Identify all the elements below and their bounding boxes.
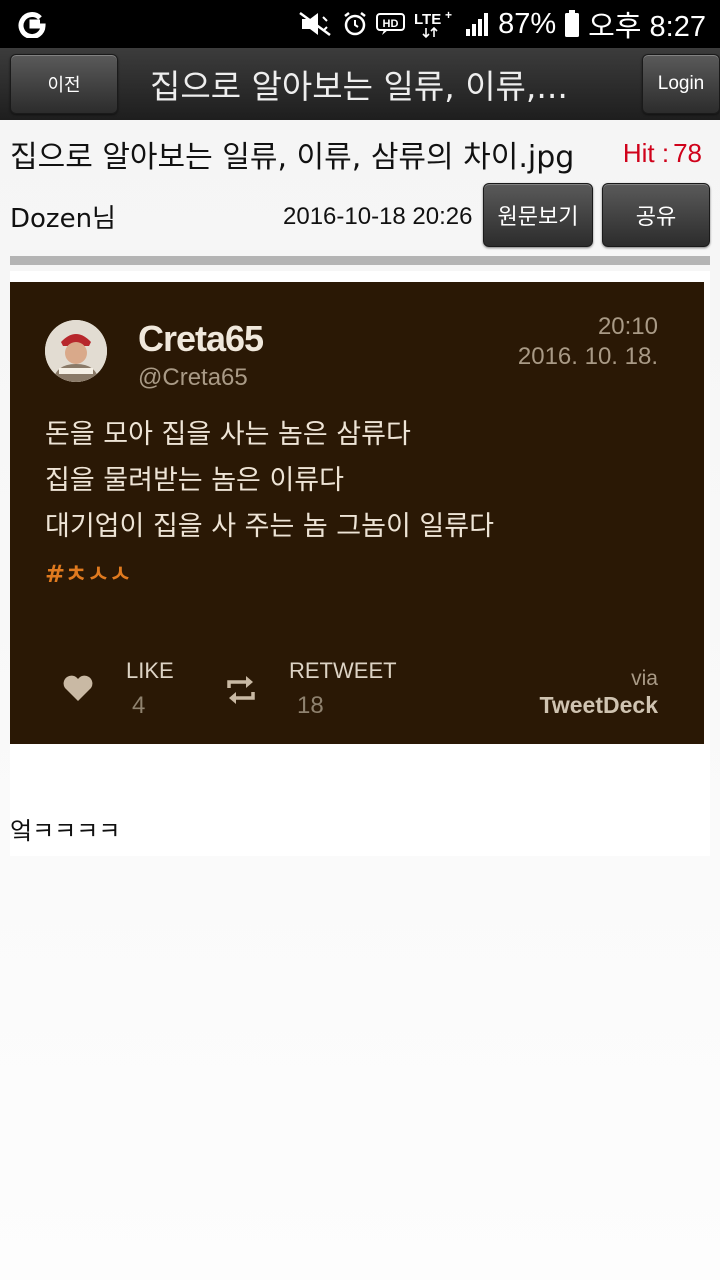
- tweet-line: 집을 물려받는 놈은 이류다: [45, 465, 344, 496]
- tweet-date: 2016. 10. 18.: [517, 343, 658, 370]
- tweet-timestamp: 20:10 2016. 10. 18.: [518, 312, 658, 372]
- prev-button[interactable]: 이전: [10, 54, 118, 114]
- view-original-button[interactable]: 원문보기: [483, 183, 593, 247]
- tweet-author-name: Creta65: [138, 318, 264, 359]
- hit-count: 78: [673, 138, 702, 168]
- divider: [10, 256, 710, 265]
- mute-icon: [298, 11, 334, 37]
- hit-counter: Hit :78: [623, 138, 702, 169]
- lte-icon: LTE +: [414, 9, 456, 39]
- hit-label: Hit :: [622, 138, 670, 168]
- via-app: TweetDeck: [539, 692, 658, 718]
- like-count: 4: [132, 692, 146, 719]
- tweet-handle: @Creta65: [138, 364, 248, 391]
- tweet-image[interactable]: Creta65 @Creta65 20:10 2016. 10. 18. 돈을 …: [10, 282, 704, 744]
- battery-icon: [564, 10, 580, 38]
- retweet-icon: [224, 674, 258, 710]
- signal-icon: [464, 11, 490, 37]
- tweet-hashtag: #ㅊㅅㅅ: [45, 560, 132, 588]
- login-button[interactable]: Login: [642, 54, 720, 114]
- tweet-line: 돈을 모아 집을 사는 놈은 삼류다: [45, 419, 411, 450]
- tweet-time: 20:10: [597, 313, 658, 340]
- share-button[interactable]: 공유: [602, 183, 710, 247]
- svg-text:HD: HD: [383, 18, 399, 30]
- avatar: [45, 320, 107, 382]
- clock: 오후 8:27: [588, 11, 706, 43]
- post-title: 집으로 알아보는 일류, 이류, 삼류의 차이.jpg: [10, 140, 575, 175]
- post-content: Creta65 @Creta65 20:10 2016. 10. 18. 돈을 …: [10, 271, 710, 856]
- svg-text:LTE: LTE: [414, 11, 441, 28]
- toolbar-title: 집으로 알아보는 일류, 이류,...: [150, 67, 568, 106]
- retweet-label: RETWEET: [289, 658, 397, 683]
- tweet-text: 돈을 모아 집을 사는 놈은 삼류다 집을 물려받는 놈은 이류다 대기업이 집…: [45, 412, 665, 550]
- heart-icon: [62, 674, 94, 706]
- like-label: LIKE: [126, 658, 174, 683]
- alarm-icon: [342, 11, 368, 37]
- post-comment: 엌ㅋㅋㅋㅋ: [10, 817, 121, 845]
- status-bar: HD LTE + 87% 오후 8:27: [0, 0, 720, 48]
- post-date: 2016-10-18 20:26: [283, 203, 473, 230]
- svg-text:+: +: [445, 9, 452, 22]
- author-name[interactable]: Dozen님: [10, 198, 116, 235]
- battery-percent: 87%: [498, 7, 557, 40]
- toolbar: 이전 집으로 알아보는 일류, 이류,... Login: [0, 48, 720, 120]
- hd-voice-icon: HD: [376, 12, 406, 36]
- app-g-icon: [18, 10, 46, 42]
- tweet-source: via TweetDeck: [540, 666, 658, 718]
- via-label: via: [631, 667, 658, 690]
- tweet-line: 대기업이 집을 사 주는 놈 그놈이 일류다: [45, 511, 494, 542]
- retweet-count: 18: [297, 692, 324, 719]
